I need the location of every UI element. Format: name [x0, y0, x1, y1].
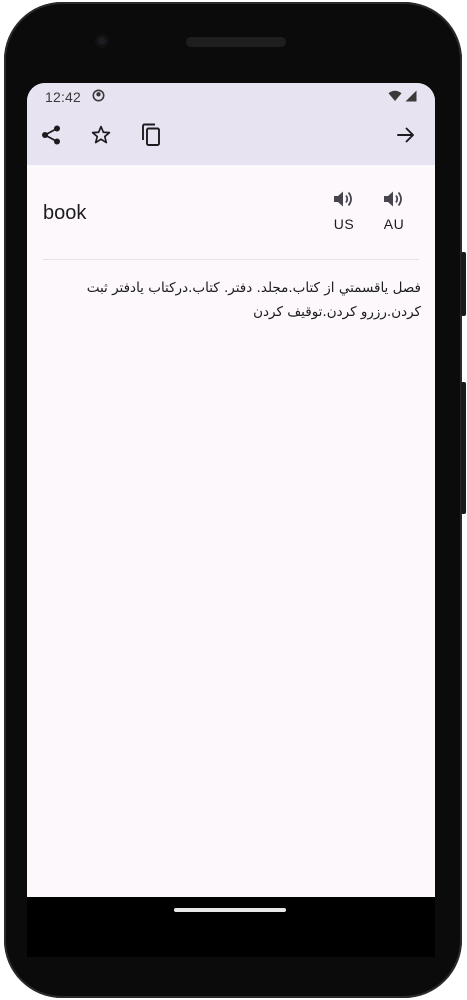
- app-screen: 12:42 book US AU فصل یاقسمتي از کتاب.مجل…: [27, 83, 435, 897]
- app-notification-icon: [92, 89, 105, 105]
- volume-button: [461, 382, 466, 514]
- arrow-forward-icon: [396, 125, 416, 150]
- pronounce-au-label: AU: [383, 216, 405, 232]
- share-button[interactable]: [38, 124, 64, 150]
- earpiece-speaker: [186, 37, 286, 47]
- pronounce-us-label: US: [333, 216, 355, 232]
- star-outline-icon: [90, 124, 112, 151]
- next-button[interactable]: [393, 124, 419, 150]
- copy-button[interactable]: [138, 123, 164, 152]
- status-bar: 12:42: [27, 83, 435, 111]
- status-time: 12:42: [45, 89, 82, 105]
- word-header: book US AU: [27, 165, 435, 259]
- divider: [43, 259, 419, 260]
- cellular-signal-icon: [405, 89, 417, 105]
- speaker-icon: [383, 191, 405, 212]
- speaker-icon: [333, 191, 355, 212]
- home-gesture-handle[interactable]: [174, 908, 286, 912]
- wifi-icon: [388, 89, 402, 105]
- pronounce-au-button[interactable]: AU: [374, 190, 414, 232]
- translation-text: فصل یاقسمتي از کتاب.مجلد. دفتر. کتاب.درک…: [86, 280, 421, 320]
- top-toolbar: [27, 111, 435, 165]
- headword: book: [43, 202, 87, 224]
- share-icon: [40, 124, 62, 151]
- pronounce-us-button[interactable]: US: [324, 190, 364, 232]
- favorite-button[interactable]: [88, 124, 114, 150]
- status-icons: [388, 89, 417, 105]
- front-camera: [95, 34, 109, 48]
- navigation-bar: [27, 897, 435, 957]
- copy-icon: [140, 123, 162, 152]
- power-button: [461, 252, 466, 316]
